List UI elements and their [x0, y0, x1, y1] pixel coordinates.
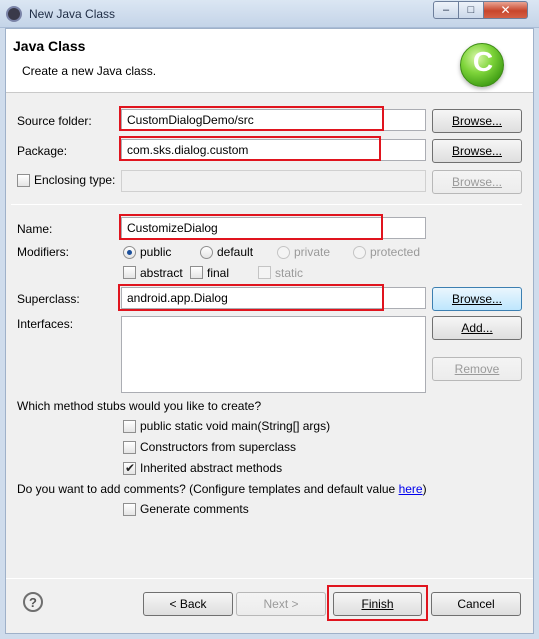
enclosing-type-label: Enclosing type: [34, 173, 116, 187]
constructors-label: Constructors from superclass [140, 440, 297, 454]
default-label: default [217, 245, 254, 259]
back-label: < Back [169, 597, 207, 611]
source-folder-highlight [119, 106, 384, 131]
close-button[interactable]: ✕ [483, 1, 528, 19]
enclosing-type-browse-button[interactable]: Browse... [432, 170, 522, 194]
protected-radio[interactable] [353, 246, 366, 259]
footer-separator [6, 578, 533, 579]
remove-interface-label: Remove [454, 362, 500, 376]
configure-templates-link[interactable]: here [399, 482, 423, 496]
app-icon [6, 6, 22, 22]
help-icon[interactable]: ? [23, 592, 43, 612]
source-folder-browse-button[interactable]: Browse... [432, 109, 522, 133]
name-highlight [119, 214, 383, 240]
superclass-browse-label: Browse... [451, 292, 502, 306]
enclosing-type-checkbox[interactable] [17, 174, 30, 187]
superclass-browse-button[interactable]: Browse... [432, 287, 522, 311]
constructors-checkbox[interactable] [123, 441, 136, 454]
minimize-button[interactable]: – [433, 1, 459, 19]
superclass-label: Superclass: [17, 292, 80, 306]
method-stubs-question: Which method stubs would you like to cre… [17, 399, 262, 413]
enclosing-type-input[interactable] [121, 170, 426, 192]
logo-letter: C [472, 46, 494, 77]
checkmark-icon: ✔ [125, 461, 136, 475]
package-highlight [119, 136, 381, 161]
abstract-label: abstract [140, 266, 183, 280]
superclass-highlight [118, 284, 384, 311]
maximize-button[interactable]: □ [458, 1, 484, 19]
final-checkbox[interactable] [190, 266, 203, 279]
package-label: Package: [17, 144, 68, 158]
comments-question: Do you want to add comments? (Configure … [17, 482, 427, 496]
comments-question-text: Do you want to add comments? (Configure … [17, 482, 399, 496]
finish-highlight [327, 585, 428, 621]
default-radio[interactable] [200, 246, 213, 259]
back-button[interactable]: < Back [143, 592, 233, 616]
java-class-logo-icon: C [460, 43, 504, 87]
generate-comments-checkbox[interactable] [123, 503, 136, 516]
static-label: static [275, 266, 304, 280]
next-button[interactable]: Next > [236, 592, 326, 616]
selected-dot [127, 250, 132, 255]
inherited-methods-label: Inherited abstract methods [140, 461, 283, 475]
private-radio[interactable] [277, 246, 290, 259]
generate-comments-label: Generate comments [140, 502, 249, 516]
private-label: private [294, 245, 331, 259]
package-browse-button[interactable]: Browse... [432, 139, 522, 163]
public-label: public [140, 245, 172, 259]
modifiers-label: Modifiers: [17, 245, 70, 259]
main-method-checkbox[interactable] [123, 420, 136, 433]
final-label: final [207, 266, 230, 280]
separator [11, 204, 522, 205]
comments-question-end: ) [422, 482, 427, 496]
page-description: Create a new Java class. [22, 64, 157, 78]
package-browse-label: Browse... [451, 144, 502, 158]
protected-label: protected [370, 245, 421, 259]
main-method-label: public static void main(String[] args) [140, 419, 331, 433]
public-radio[interactable] [123, 246, 136, 259]
name-label: Name: [17, 222, 53, 236]
static-checkbox[interactable] [258, 266, 271, 279]
source-folder-browse-label: Browse... [451, 114, 502, 128]
add-interface-button[interactable]: Add... [432, 316, 522, 340]
page-title: Java Class [13, 38, 86, 54]
add-interface-label: Add... [461, 321, 493, 335]
window-title: New Java Class [29, 7, 116, 21]
enclosing-type-browse-label: Browse... [451, 175, 502, 189]
remove-interface-button[interactable]: Remove [432, 357, 522, 381]
next-label: Next > [263, 597, 299, 611]
source-folder-label: Source folder: [17, 114, 92, 128]
cancel-button[interactable]: Cancel [431, 592, 521, 616]
interfaces-list[interactable] [121, 316, 426, 393]
cancel-label: Cancel [457, 597, 495, 611]
abstract-checkbox[interactable] [123, 266, 136, 279]
interfaces-label: Interfaces: [17, 317, 74, 331]
inherited-methods-checkbox[interactable]: ✔ [123, 461, 136, 475]
